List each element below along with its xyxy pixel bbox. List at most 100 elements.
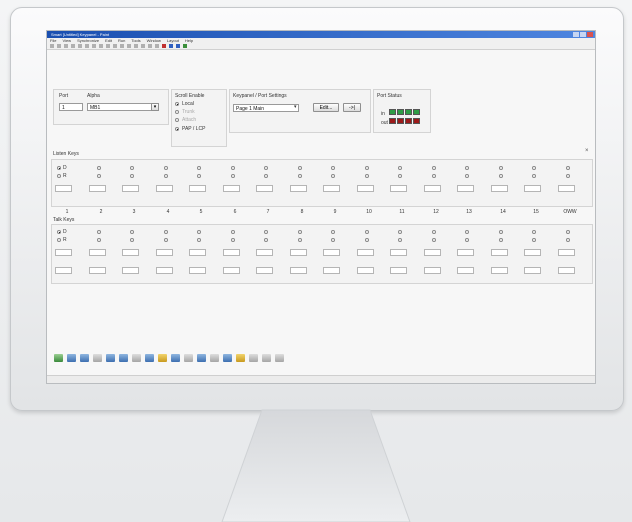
listen-key-field[interactable] — [558, 185, 575, 192]
menu-item-tools[interactable]: Tools — [131, 38, 140, 43]
listen-key-radio[interactable] — [231, 166, 235, 170]
edit-button[interactable]: Edit... — [313, 103, 339, 112]
close-icon[interactable] — [587, 32, 593, 37]
layout-icon[interactable] — [261, 354, 272, 366]
run-icon[interactable] — [183, 44, 187, 48]
listen-key-field[interactable] — [89, 185, 106, 192]
menu-item-layout[interactable]: Layout — [167, 38, 179, 43]
apply-arrow-button[interactable]: ->| — [343, 103, 361, 112]
listen-key-radio[interactable] — [298, 174, 302, 178]
listen-key-field[interactable] — [189, 185, 206, 192]
talk-key-radio[interactable] — [197, 230, 201, 234]
zoom-icon[interactable] — [120, 44, 124, 48]
listen-key-field[interactable] — [122, 185, 139, 192]
connect-icon[interactable] — [169, 44, 173, 48]
talk-key-field[interactable] — [256, 267, 273, 274]
talk-key-field[interactable] — [390, 249, 407, 256]
talk-key-field[interactable] — [558, 267, 575, 274]
listen-key-field[interactable] — [223, 185, 240, 192]
talk-d-radio[interactable] — [57, 230, 61, 234]
talk-key-radio[interactable] — [264, 230, 268, 234]
alias-icon[interactable] — [183, 354, 194, 366]
listen-key-field[interactable] — [55, 185, 72, 192]
listen-key-radio[interactable] — [130, 166, 134, 170]
talk-key-radio[interactable] — [231, 238, 235, 242]
listen-key-radio[interactable] — [365, 166, 369, 170]
listen-key-field[interactable] — [256, 185, 273, 192]
talk-key-field[interactable] — [558, 249, 575, 256]
talk-key-field[interactable] — [491, 249, 508, 256]
trunk-icon[interactable] — [92, 354, 103, 366]
monitor-icon[interactable] — [248, 354, 259, 366]
listen-key-radio[interactable] — [465, 174, 469, 178]
talk-key-field[interactable] — [424, 249, 441, 256]
listen-key-radio[interactable] — [398, 174, 402, 178]
talk-key-field[interactable] — [323, 267, 340, 274]
talk-key-radio[interactable] — [566, 238, 570, 242]
listen-key-radio[interactable] — [164, 166, 168, 170]
talk-key-field[interactable] — [524, 249, 541, 256]
talk-key-radio[interactable] — [97, 238, 101, 242]
talk-r-radio[interactable] — [57, 238, 61, 242]
listen-key-radio[interactable] — [432, 174, 436, 178]
listen-key-radio[interactable] — [97, 166, 101, 170]
redo-icon[interactable] — [106, 44, 110, 48]
talk-key-field[interactable] — [524, 267, 541, 274]
relay-icon[interactable] — [144, 354, 155, 366]
talk-key-radio[interactable] — [532, 238, 536, 242]
save-icon[interactable] — [64, 44, 68, 48]
talk-key-radio[interactable] — [398, 238, 402, 242]
listen-key-radio[interactable] — [264, 174, 268, 178]
talk-key-field[interactable] — [189, 249, 206, 256]
talk-key-field[interactable] — [290, 249, 307, 256]
listen-key-field[interactable] — [457, 185, 474, 192]
partyline-icon[interactable] — [131, 354, 142, 366]
listen-key-radio[interactable] — [465, 166, 469, 170]
menu-item-view[interactable]: View — [62, 38, 71, 43]
maximize-icon[interactable] — [580, 32, 586, 37]
listen-key-radio[interactable] — [97, 174, 101, 178]
menu-item-run[interactable]: Run — [118, 38, 125, 43]
talk-key-radio[interactable] — [164, 238, 168, 242]
listen-key-field[interactable] — [524, 185, 541, 192]
listen-key-radio[interactable] — [566, 166, 570, 170]
talk-key-radio[interactable] — [264, 238, 268, 242]
print-icon[interactable] — [71, 44, 75, 48]
talk-key-field[interactable] — [156, 249, 173, 256]
talk-key-radio[interactable] — [398, 230, 402, 234]
scroll-trunk-checkbox[interactable] — [175, 110, 179, 114]
talk-key-radio[interactable] — [331, 238, 335, 242]
talk-key-radio[interactable] — [499, 230, 503, 234]
talk-key-radio[interactable] — [365, 238, 369, 242]
talk-key-radio[interactable] — [465, 238, 469, 242]
talk-key-field[interactable] — [89, 267, 106, 274]
listen-key-field[interactable] — [323, 185, 340, 192]
talk-key-field[interactable] — [323, 249, 340, 256]
users-icon[interactable] — [235, 354, 246, 366]
menu-item-synchronize[interactable]: Synchronize — [77, 38, 99, 43]
scroll-attach-checkbox[interactable] — [175, 118, 179, 122]
talk-key-field[interactable] — [189, 267, 206, 274]
port-field[interactable]: 1 — [59, 103, 83, 111]
menu-item-file[interactable]: File — [50, 38, 56, 43]
listen-key-radio[interactable] — [331, 166, 335, 170]
scroll-pap-lcp-checkbox[interactable] — [175, 127, 179, 131]
talk-key-field[interactable] — [357, 267, 374, 274]
help-icon[interactable] — [155, 44, 159, 48]
menu-item-edit[interactable]: Edit — [105, 38, 112, 43]
minimize-icon[interactable] — [573, 32, 579, 37]
collapse-close-icon[interactable]: × — [585, 148, 589, 154]
talk-key-field[interactable] — [457, 267, 474, 274]
talk-key-radio[interactable] — [432, 238, 436, 242]
open-icon[interactable] — [57, 44, 61, 48]
talk-key-field[interactable] — [223, 249, 240, 256]
talk-key-radio[interactable] — [465, 230, 469, 234]
undo-icon[interactable] — [99, 44, 103, 48]
isolate-icon[interactable] — [118, 354, 129, 366]
talk-key-field[interactable] — [457, 249, 474, 256]
listen-key-field[interactable] — [156, 185, 173, 192]
nets-icon[interactable] — [222, 354, 233, 366]
listen-key-field[interactable] — [357, 185, 374, 192]
listen-key-radio[interactable] — [130, 174, 134, 178]
back-icon[interactable] — [141, 44, 145, 48]
